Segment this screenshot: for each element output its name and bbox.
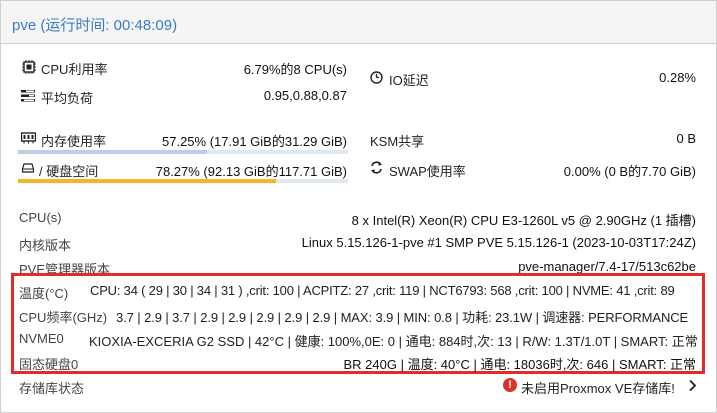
io-delay-value: 0.28% — [659, 70, 696, 85]
memory-usage-bar — [18, 150, 348, 154]
cpu-usage-label: CPU利用率 — [41, 62, 108, 77]
nvme-label: NVME0 — [19, 331, 64, 346]
cpu-frequency-label: CPU频率(GHz) — [19, 310, 108, 325]
repository-status-value[interactable]: 未启用Proxmox VE存储库! — [521, 378, 675, 397]
repository-status-label: 存储库状态 — [19, 381, 85, 396]
disk-space-label: / 硬盘空间 — [39, 164, 99, 179]
cpu-model-label: CPU(s) — [19, 210, 62, 225]
swap-usage-label: SWAP使用率 — [389, 164, 466, 179]
memory-usage-value: 57.25% (17.91 GiB的31.29 GiB) — [162, 134, 347, 149]
load-average-label: 平均负荷 — [41, 91, 94, 106]
ksm-sharing-value: 0 B — [676, 131, 696, 146]
cpu-chip-icon — [22, 60, 36, 74]
nvme-value: KIOXIA-EXCERIA G2 SSD | 42°C | 健康: 100%,… — [89, 334, 698, 349]
kernel-version-label: 内核版本 — [19, 238, 72, 253]
kernel-version-value: Linux 5.15.126-1-pve #1 SMP PVE 5.15.126… — [301, 235, 696, 250]
cpu-usage-value: 6.79%的8 CPU(s) — [243, 62, 347, 77]
node-summary-panel: pve (运行时间: 00:48:09) CPU利用率 6.79%的8 CPU(… — [0, 0, 717, 413]
pve-manager-version-value: pve-manager/7.4-17/513c62be — [518, 259, 696, 274]
exclamation-icon: ! — [503, 378, 517, 392]
temperature-value: CPU: 34 ( 29 | 30 | 34 | 31 ) ,crit: 100… — [90, 283, 675, 298]
load-average-value: 0.95,0.88,0.87 — [263, 88, 347, 103]
memory-usage-bar-fill — [18, 150, 207, 154]
cpu-model-value: 8 x Intel(R) Xeon(R) CPU E3-1260L v5 @ 2… — [351, 213, 696, 228]
disk-space-value: 78.27% (92.13 GiB的117.71 GiB) — [155, 164, 347, 179]
panel-header: pve (运行时间: 00:48:09) — [1, 1, 716, 44]
clock-icon — [370, 71, 383, 84]
tasks-icon — [21, 90, 35, 102]
disk-space-bar-fill — [18, 179, 277, 183]
io-delay-label: IO延迟 — [389, 73, 429, 88]
memory-usage-label: 内存使用率 — [41, 134, 107, 149]
hdd-icon — [22, 163, 34, 173]
swap-usage-value: 0.00% (0 B的7.70 GiB) — [563, 164, 696, 179]
cpu-frequency-value: 3.7 | 2.9 | 3.7 | 2.9 | 2.9 | 2.9 | 2.9 … — [116, 310, 689, 325]
ssd-label: 固态硬盘0 — [19, 357, 79, 372]
memory-icon — [21, 132, 36, 144]
ksm-sharing-label: KSM共享 — [370, 134, 425, 149]
temperature-label: 温度(°C) — [19, 286, 69, 301]
refresh-icon — [371, 161, 382, 174]
page-title: pve (运行时间: 00:48:09) — [12, 17, 178, 34]
disk-space-bar — [18, 179, 348, 183]
ssd-value: BR 240G | 温度: 40°C | 通电: 18036时,次: 646 |… — [343, 357, 697, 372]
chevron-right-icon[interactable] — [688, 379, 697, 392]
